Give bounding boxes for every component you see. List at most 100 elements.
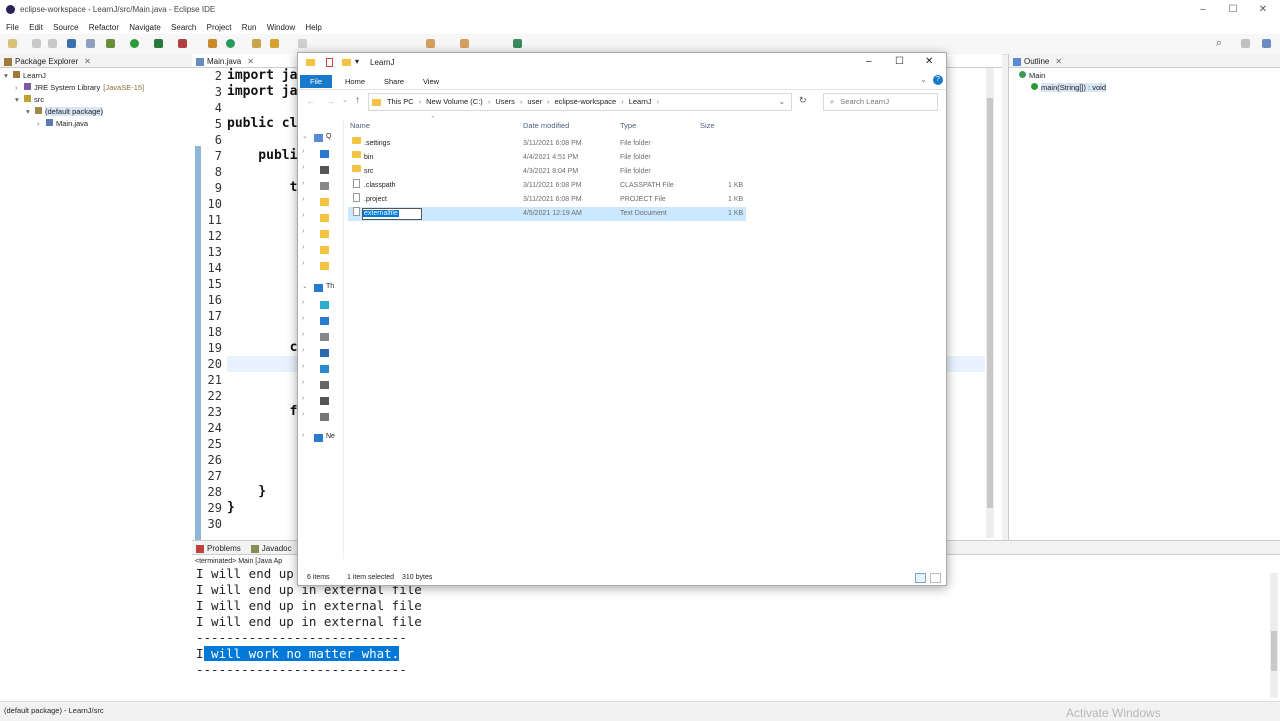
new-icon[interactable] <box>8 39 17 48</box>
breadcrumb-item[interactable]: user <box>527 97 542 106</box>
terminal-icon[interactable] <box>67 39 76 48</box>
file-row[interactable]: .classpath 3/11/2021 6:08 PM CLASSPATH Fil… <box>348 179 746 193</box>
new-class-icon[interactable] <box>226 39 235 48</box>
breadcrumb-chevron-icon[interactable]: › <box>621 97 624 106</box>
nav-item[interactable]: › <box>302 164 342 177</box>
tree-item[interactable]: ▾ src <box>0 94 192 106</box>
breadcrumb-item[interactable]: eclipse-workspace <box>555 97 617 106</box>
nav-item[interactable]: › <box>302 244 342 257</box>
help-icon[interactable]: ? <box>933 75 943 85</box>
tree-toggle-icon[interactable]: ▾ <box>26 106 35 118</box>
nav-expand-icon[interactable]: › <box>302 260 304 267</box>
menu-source[interactable]: Source <box>53 23 78 32</box>
forward-arrow-icon[interactable]: → <box>326 96 335 106</box>
external-tools-icon[interactable] <box>178 39 187 48</box>
quick-access-dropdown-icon[interactable]: ▾ <box>355 57 359 66</box>
properties-icon[interactable] <box>326 58 333 67</box>
column-size[interactable]: Size <box>700 121 715 130</box>
back-icon[interactable] <box>426 39 435 48</box>
large-icons-view-icon[interactable] <box>930 573 941 583</box>
breadcrumb-item[interactable]: Users <box>495 97 515 106</box>
nav-item[interactable]: › <box>302 331 342 344</box>
nav-item[interactable]: › <box>302 411 342 424</box>
nav-expand-icon[interactable]: › <box>302 180 304 187</box>
details-view-icon[interactable] <box>915 573 926 583</box>
nav-item[interactable]: › <box>302 347 342 360</box>
up-arrow-icon[interactable]: ↑ <box>355 95 360 106</box>
open-perspective-icon[interactable] <box>1241 39 1250 48</box>
refresh-icon[interactable]: ↻ <box>799 95 807 106</box>
menu-help[interactable]: Help <box>305 23 321 32</box>
editor-scrollbar[interactable] <box>986 68 994 538</box>
console-scrollbar[interactable] <box>1270 573 1278 698</box>
address-dropdown-icon[interactable]: ⌄ <box>779 94 785 110</box>
nav-item[interactable]: › <box>302 363 342 376</box>
nav-item[interactable]: › <box>302 196 342 209</box>
explorer-maximize-icon[interactable]: ☐ <box>895 56 904 67</box>
menu-search[interactable]: Search <box>171 23 196 32</box>
save-all-icon[interactable] <box>48 39 57 48</box>
file-row[interactable]: .project 3/11/2021 6:08 PM PROJECT File 1 K… <box>348 193 746 207</box>
nav-item[interactable]: › <box>302 315 342 328</box>
pin-icon[interactable] <box>513 39 522 48</box>
console-highlight-line[interactable]: I will work no matter what. <box>196 646 1280 662</box>
nav-expand-icon[interactable]: › <box>302 379 304 386</box>
save-icon[interactable] <box>32 39 41 48</box>
menu-file[interactable]: File <box>6 23 19 32</box>
nav-expand-icon[interactable]: › <box>302 299 304 306</box>
nav-item[interactable]: › <box>302 228 342 241</box>
column-date-modified[interactable]: Date modified <box>523 121 569 130</box>
file-row[interactable]: externalfile 4/5/2021 12:19 AM Text Docume… <box>348 207 746 221</box>
ribbon-tab-share[interactable]: Share <box>377 75 411 88</box>
expand-ribbon-icon[interactable]: ⌄ <box>920 75 927 84</box>
forward-icon[interactable] <box>460 39 469 48</box>
outline-tab[interactable]: Outline ✕ <box>1009 54 1280 68</box>
run-icon[interactable] <box>130 39 139 48</box>
outline-item[interactable]: Main <box>1009 70 1280 82</box>
nav-expand-icon[interactable]: › <box>302 148 304 155</box>
nav-expand-icon[interactable]: › <box>302 363 304 370</box>
file-row[interactable]: src 4/3/2021 8:04 PM File folder <box>348 165 746 179</box>
maximize-icon[interactable]: ☐ <box>1226 3 1240 17</box>
open-type-icon[interactable] <box>252 39 261 48</box>
nav-expand-icon[interactable]: › <box>302 228 304 235</box>
nav-item[interactable]: › Ne <box>302 432 342 445</box>
tab-javadoc[interactable]: Javadoc <box>262 544 292 553</box>
nav-expand-icon[interactable]: ⌄ <box>302 282 308 290</box>
column-type[interactable]: Type <box>620 121 636 130</box>
explorer-minimize-icon[interactable]: – <box>866 56 872 67</box>
tree-toggle-icon[interactable]: ▾ <box>15 94 24 106</box>
close-icon[interactable]: ✕ <box>1256 3 1270 17</box>
column-name[interactable]: Name <box>350 121 370 130</box>
nav-expand-icon[interactable]: ⌄ <box>302 132 308 140</box>
back-arrow-icon[interactable]: ← <box>306 96 315 106</box>
coverage-icon[interactable] <box>154 39 163 48</box>
menu-run[interactable]: Run <box>242 23 257 32</box>
breadcrumb-chevron-icon[interactable]: › <box>657 97 660 106</box>
nav-item[interactable]: › <box>302 148 342 161</box>
close-tab-icon[interactable]: ✕ <box>1055 57 1062 66</box>
outline-item[interactable]: main(String[]) : void <box>1009 82 1280 94</box>
nav-expand-icon[interactable]: › <box>302 196 304 203</box>
nav-item[interactable]: ⌄ Th <box>302 283 342 295</box>
nav-item[interactable]: › <box>302 212 342 225</box>
new-java-project-icon[interactable] <box>208 39 217 48</box>
ribbon-tab-view[interactable]: View <box>414 75 448 88</box>
breadcrumb-chevron-icon[interactable]: › <box>547 97 550 106</box>
annotation-icon[interactable] <box>298 39 307 48</box>
minimize-icon[interactable]: – <box>1196 3 1210 17</box>
menu-edit[interactable]: Edit <box>29 23 43 32</box>
file-row[interactable]: bin 4/4/2021 4:51 PM File folder <box>348 151 746 165</box>
nav-item[interactable]: › <box>302 260 342 273</box>
file-row[interactable]: .settings 3/11/2021 6:08 PM File folder <box>348 137 746 151</box>
tree-item[interactable]: › JRE System Library [JavaSE-15] <box>0 82 192 94</box>
nav-item[interactable]: › <box>302 299 342 312</box>
breadcrumb-item[interactable]: This PC <box>387 97 414 106</box>
tree-item[interactable]: ▾ LearnJ <box>0 70 192 82</box>
menu-window[interactable]: Window <box>267 23 295 32</box>
nav-expand-icon[interactable]: › <box>302 432 304 439</box>
address-bar[interactable]: This PC › New Volume (C:) › Users › user › eclip… <box>368 93 792 111</box>
tree-item[interactable]: › Main.java <box>0 118 192 130</box>
breadcrumb-chevron-icon[interactable]: › <box>419 97 422 106</box>
search-icon[interactable]: ⌕ <box>1216 37 1222 50</box>
